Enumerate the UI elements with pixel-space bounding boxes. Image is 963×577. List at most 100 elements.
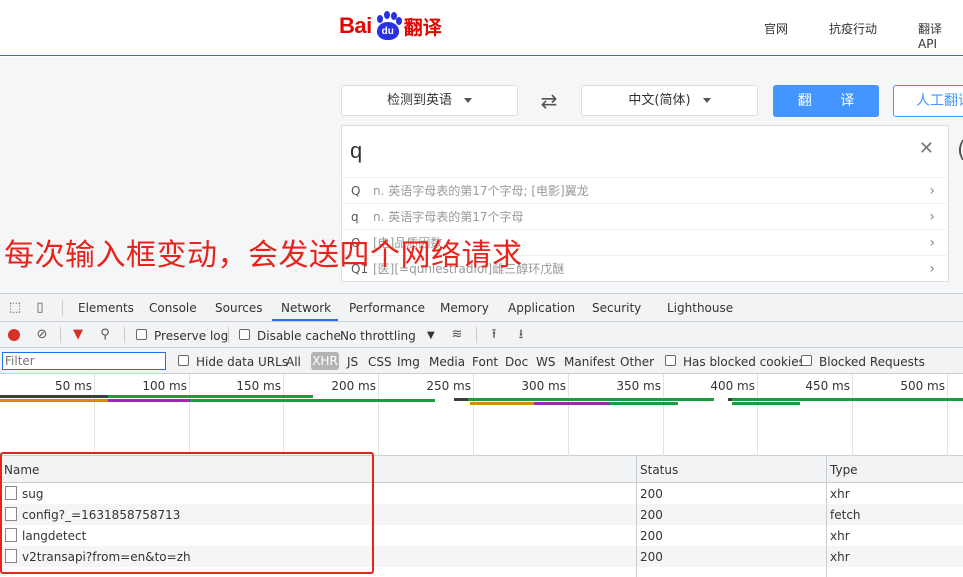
hide-data-urls-label: Hide data URLs (196, 355, 289, 369)
network-overview-timeline[interactable]: 50 ms 100 ms 150 ms 200 ms 250 ms 300 ms… (0, 374, 963, 456)
source-language-label: 检测到英语 (386, 93, 452, 108)
paw-icon: du (373, 11, 403, 41)
nav-anti-epidemic[interactable]: 抗疫行动 (829, 20, 877, 37)
timeline-bar (732, 398, 963, 401)
timeline-bar (0, 399, 108, 402)
timeline-bar (108, 395, 313, 398)
timeline-bar (454, 398, 468, 401)
filter-type-media[interactable]: Media (429, 355, 465, 369)
devtools-tab-bar: ⬚ ▯ Elements Console Sources Network Per… (0, 294, 963, 322)
top-bar: Bai du 翻译 官网 抗疫行动 翻译 API (0, 0, 963, 56)
export-har-icon[interactable]: ⭳ (513, 327, 529, 343)
human-translation-button[interactable]: 人工翻译 (893, 85, 963, 117)
timeline-bar (468, 398, 714, 401)
clear-icon[interactable]: ⊘ (34, 327, 50, 343)
disable-cache-checkbox[interactable] (239, 329, 250, 340)
chevron-right-icon: › (929, 183, 935, 199)
target-language-select[interactable]: 中文(简体) (581, 85, 758, 116)
timeline-bar (610, 402, 678, 405)
timeline-bar (108, 399, 190, 402)
nav-translate-api[interactable]: 翻译 API (918, 20, 963, 51)
timeline-tick: 450 ms (805, 379, 850, 393)
request-type: xhr (830, 550, 850, 564)
has-blocked-cookies-checkbox[interactable] (665, 355, 676, 366)
filter-input[interactable]: Filter (2, 352, 166, 370)
tab-memory[interactable]: Memory (440, 301, 489, 315)
device-toolbar-icon[interactable]: ▯ (32, 300, 48, 316)
filter-type-doc[interactable]: Doc (505, 355, 528, 369)
source-language-select[interactable]: 检测到英语 (341, 85, 518, 116)
column-type[interactable]: Type (830, 463, 858, 477)
tab-elements[interactable]: Elements (78, 301, 134, 315)
filter-type-img[interactable]: Img (397, 355, 420, 369)
chevron-down-icon (464, 98, 472, 103)
request-type: xhr (830, 487, 850, 501)
request-status: 200 (640, 550, 663, 564)
timeline-tick: 150 ms (236, 379, 281, 393)
suggestion-item[interactable]: Qn. 英语字母表的第17个字母; [电影]翼龙 › (343, 177, 949, 203)
tab-network[interactable]: Network (281, 301, 331, 315)
blocked-requests-checkbox[interactable] (801, 355, 812, 366)
close-icon[interactable]: ✕ (919, 138, 934, 159)
suggestion-text: n. 英语字母表的第17个字母 (373, 210, 524, 224)
has-blocked-cookies-label: Has blocked cookies (683, 355, 805, 369)
disable-cache-label: Disable cache (257, 329, 341, 343)
logo-du-text: du (376, 22, 399, 40)
chevron-right-icon: › (929, 209, 935, 225)
filter-type-all[interactable]: All (286, 355, 301, 369)
source-text-value: q (350, 138, 363, 163)
logo-bai-text: Bai (339, 13, 372, 38)
network-conditions-icon[interactable]: ≋ (449, 327, 465, 343)
tab-application[interactable]: Application (508, 301, 575, 315)
search-icon[interactable]: ⚲ (97, 327, 113, 343)
result-panel-edge: ( (957, 138, 963, 163)
filter-type-xhr[interactable]: XHR (311, 352, 339, 370)
translate-button[interactable]: 翻 译 (773, 85, 879, 117)
throttling-select[interactable]: No throttling (340, 329, 416, 343)
timeline-tick: 500 ms (900, 379, 945, 393)
suggestion-key: Q (351, 184, 361, 198)
swap-languages-icon[interactable]: ⇄ (538, 89, 560, 113)
suggestion-text: n. 英语字母表的第17个字母; [电影]翼龙 (373, 184, 589, 198)
tab-console[interactable]: Console (149, 301, 197, 315)
nav-official-site[interactable]: 官网 (764, 20, 788, 37)
filter-type-js[interactable]: JS (347, 355, 358, 369)
tab-lighthouse[interactable]: Lighthouse (667, 301, 733, 315)
filter-type-manifest[interactable]: Manifest (564, 355, 615, 369)
filter-icon[interactable]: ▼ (70, 327, 86, 343)
suggestion-key: q (351, 210, 359, 224)
timeline-tick: 250 ms (426, 379, 471, 393)
tab-performance[interactable]: Performance (349, 301, 425, 315)
blocked-requests-label: Blocked Requests (819, 355, 925, 369)
filter-type-font[interactable]: Font (472, 355, 498, 369)
column-status[interactable]: Status (640, 463, 678, 477)
filter-type-css[interactable]: CSS (368, 355, 392, 369)
highlight-box (0, 452, 374, 574)
tab-security[interactable]: Security (592, 301, 641, 315)
preserve-log-checkbox[interactable] (136, 329, 147, 340)
timeline-bar (732, 402, 800, 405)
timeline-bar (470, 402, 534, 405)
caret-down-icon[interactable]: ▼ (427, 330, 435, 341)
network-toolbar: ⊘ ▼ ⚲ Preserve log Disable cache No thro… (0, 322, 963, 348)
timeline-tick: 100 ms (142, 379, 187, 393)
timeline-tick: 200 ms (331, 379, 376, 393)
chevron-right-icon: › (929, 235, 935, 251)
baidu-fanyi-logo[interactable]: Bai du 翻译 (339, 10, 442, 42)
filter-type-ws[interactable]: WS (536, 355, 555, 369)
tab-sources[interactable]: Sources (215, 301, 262, 315)
annotation-text: 每次输入框变动，会发送四个网络请求 (4, 238, 523, 273)
hide-data-urls-checkbox[interactable] (178, 355, 189, 366)
record-icon[interactable] (8, 329, 20, 341)
suggestion-item[interactable]: q n. 英语字母表的第17个字母 › (343, 203, 949, 229)
chevron-down-icon (702, 98, 711, 103)
inspect-element-icon[interactable]: ⬚ (7, 300, 23, 316)
request-status: 200 (640, 529, 663, 543)
timeline-tick: 300 ms (521, 379, 566, 393)
active-tab-indicator (272, 319, 338, 321)
filter-type-other[interactable]: Other (620, 355, 654, 369)
timeline-tick: 50 ms (54, 379, 92, 393)
request-type: xhr (830, 529, 850, 543)
import-har-icon[interactable]: ⭱ (486, 327, 502, 343)
request-status: 200 (640, 508, 663, 522)
